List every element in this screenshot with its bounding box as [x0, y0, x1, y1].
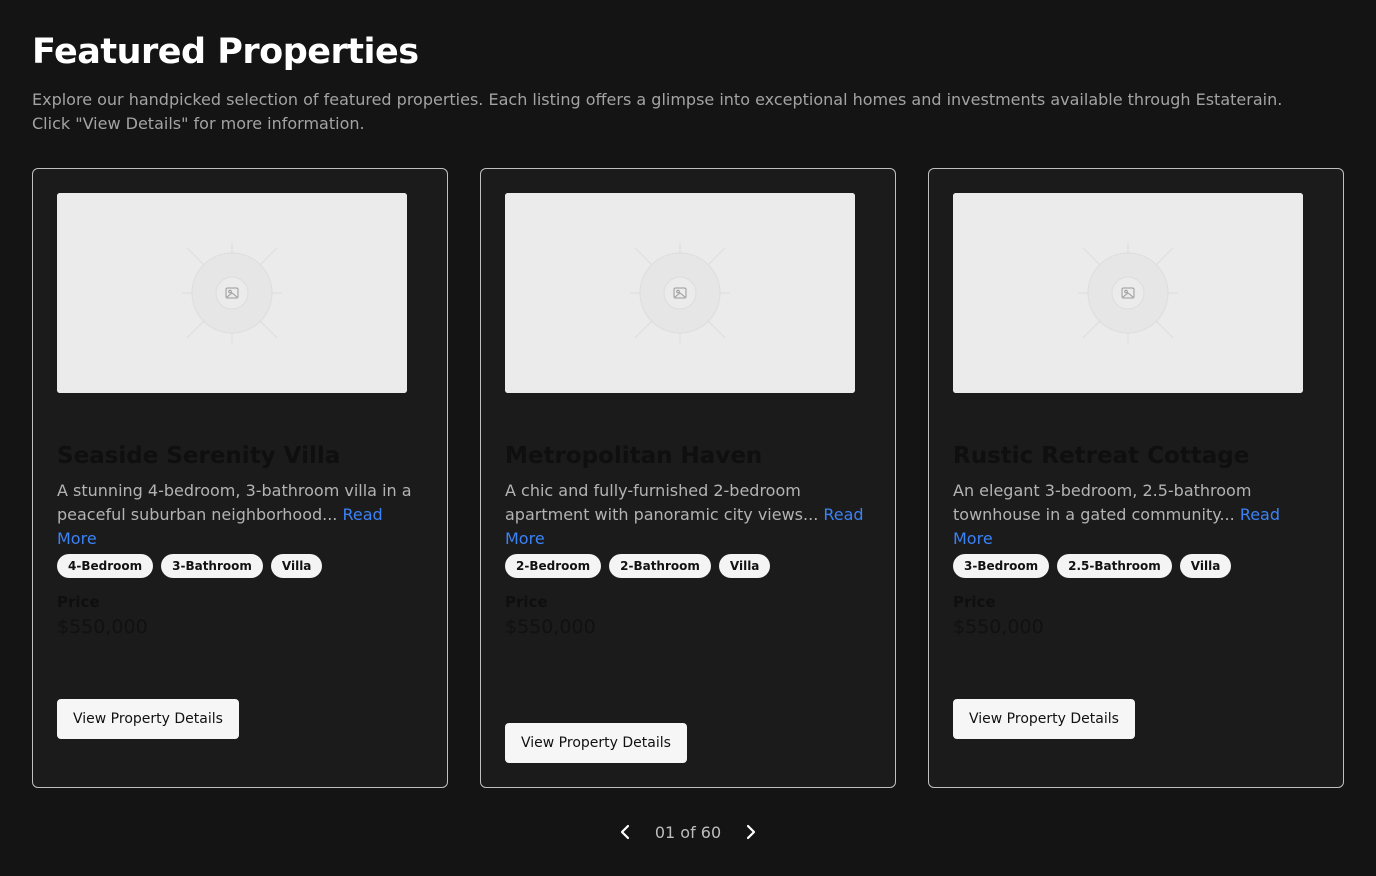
page-title: Featured Properties: [32, 32, 419, 72]
property-card: Metropolitan Haven A chic and fully-furn…: [480, 168, 896, 788]
tag-bathrooms: 2.5-Bathroom: [1057, 554, 1172, 578]
pagination: 01 of 60: [0, 818, 1376, 846]
view-property-details-button[interactable]: View Property Details: [505, 723, 687, 763]
property-image-placeholder: [953, 193, 1303, 393]
property-description-text: A chic and fully-furnished 2-bedroom apa…: [505, 481, 819, 524]
tag-bedrooms: 3-Bedroom: [953, 554, 1050, 578]
property-card-body: Rustic Retreat Cottage An elegant 3-bedr…: [953, 439, 1321, 641]
price-value: $550,000: [505, 616, 596, 638]
property-card-body: Seaside Serenity Villa A stunning 4-bedr…: [57, 439, 425, 641]
tag-type: Villa: [718, 554, 771, 578]
property-tags: 4-Bedroom 3-Bathroom Villa: [57, 554, 425, 578]
featured-properties-section: Featured Properties Explore our handpick…: [0, 0, 1376, 876]
page-intro: Explore our handpicked selection of feat…: [32, 90, 1283, 133]
image-placeholder-icon: [953, 193, 1303, 393]
property-card: Seaside Serenity Villa A stunning 4-bedr…: [32, 168, 448, 788]
price-label: Price: [505, 593, 548, 611]
price-label: Price: [953, 593, 996, 611]
property-description: An elegant 3-bedroom, 2.5-bathroom townh…: [953, 479, 1321, 551]
chevron-right-icon: [747, 824, 756, 840]
tag-bedrooms: 4-Bedroom: [57, 554, 154, 578]
price-label: Price: [57, 593, 100, 611]
previous-page-button[interactable]: [615, 822, 635, 842]
property-description-text: An elegant 3-bedroom, 2.5-bathroom townh…: [953, 481, 1252, 524]
tag-type: Villa: [1179, 554, 1232, 578]
page-indicator: 01 of 60: [654, 822, 722, 842]
view-property-details-button[interactable]: View Property Details: [953, 699, 1135, 739]
price-value: $550,000: [57, 616, 148, 638]
tag-type: Villa: [270, 554, 323, 578]
image-placeholder-icon: [57, 193, 407, 393]
property-title: Rustic Retreat Cottage: [953, 443, 1250, 469]
image-placeholder-icon: [505, 193, 855, 393]
property-description: A stunning 4-bedroom, 3-bathroom villa i…: [57, 479, 425, 551]
property-image-placeholder: [57, 193, 407, 393]
property-card: Rustic Retreat Cottage An elegant 3-bedr…: [928, 168, 1344, 788]
tag-bedrooms: 2-Bedroom: [505, 554, 602, 578]
tag-bathrooms: 2-Bathroom: [609, 554, 711, 578]
property-title: Metropolitan Haven: [505, 443, 763, 469]
property-title: Seaside Serenity Villa: [57, 443, 341, 469]
property-tags: 3-Bedroom 2.5-Bathroom Villa: [953, 554, 1321, 578]
tag-bathrooms: 3-Bathroom: [161, 554, 263, 578]
chevron-left-icon: [620, 824, 629, 840]
price-value: $550,000: [953, 616, 1044, 638]
next-page-button[interactable]: [741, 822, 761, 842]
property-image-placeholder: [505, 193, 855, 393]
view-property-details-button[interactable]: View Property Details: [57, 699, 239, 739]
property-card-body: Metropolitan Haven A chic and fully-furn…: [505, 439, 873, 641]
property-tags: 2-Bedroom 2-Bathroom Villa: [505, 554, 873, 578]
property-description: A chic and fully-furnished 2-bedroom apa…: [505, 479, 873, 551]
